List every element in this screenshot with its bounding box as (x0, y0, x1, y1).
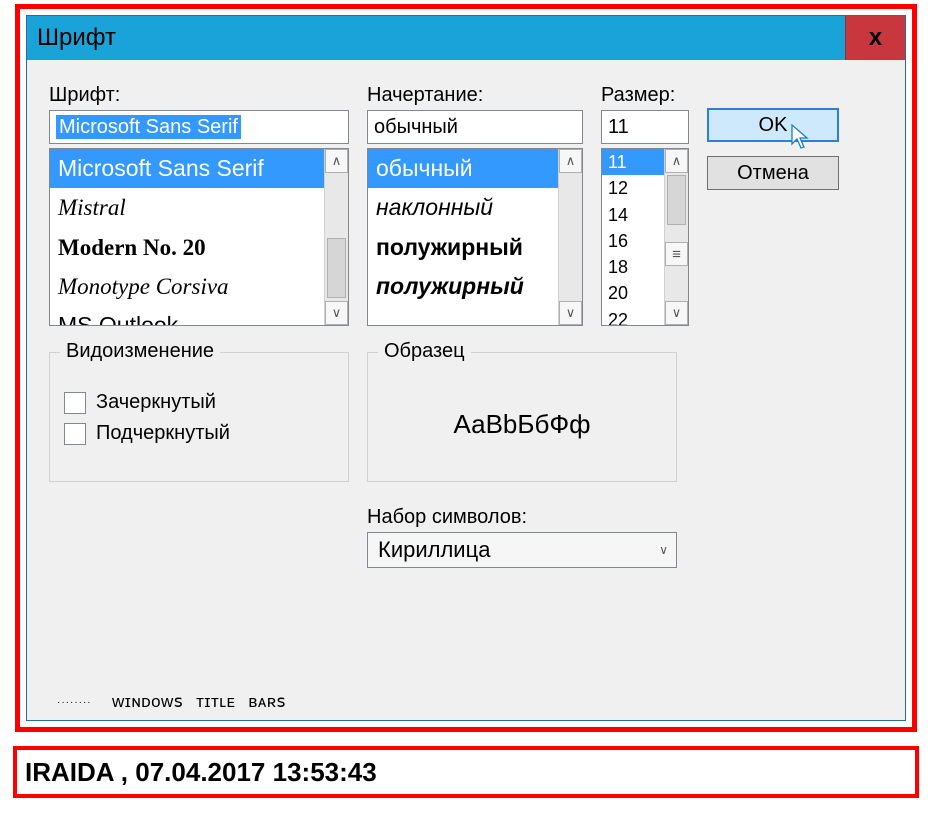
style-input[interactable]: обычный (367, 110, 583, 144)
list-item[interactable]: Modern No. 20 (50, 228, 324, 267)
list-item[interactable]: Mistral (50, 188, 324, 227)
dialog-title: Шрифт (37, 24, 116, 52)
charset-combo[interactable]: Кириллица ∨ (367, 532, 677, 568)
scroll-thumb[interactable] (327, 238, 346, 298)
list-item[interactable]: Monotype Corsiva (50, 267, 324, 306)
checkbox-icon (64, 423, 86, 445)
status-text: IRAIDA , 07.04.2017 13:53:43 (25, 757, 377, 788)
font-input[interactable]: Microsoft Sans Serif (49, 110, 349, 144)
scroll-down-icon[interactable]: ∨ (559, 301, 582, 325)
size-list[interactable]: 11 12 14 16 18 20 22 ∧ (601, 148, 689, 326)
style-label: Начертание: (367, 84, 583, 107)
close-icon: x (869, 24, 882, 52)
status-caption: IRAIDA , 07.04.2017 13:53:43 (13, 746, 919, 798)
sample-group: Образец АаВbБбФф (367, 352, 677, 482)
list-item[interactable]: наклонный (368, 188, 558, 227)
checkbox-icon (64, 392, 86, 414)
list-item[interactable]: 22 (602, 307, 664, 325)
list-item[interactable]: 16 (602, 228, 664, 254)
scroll-up-icon[interactable]: ∧ (559, 149, 582, 173)
font-dialog: Шрифт x Шрифт: Microsoft Sans Serif Micr… (26, 15, 906, 721)
list-item[interactable]: 11 (602, 149, 664, 175)
sample-legend: Образец (378, 340, 471, 363)
close-button[interactable]: x (845, 16, 905, 60)
partial-dots: ········ (57, 697, 92, 708)
style-scrollbar[interactable]: ∧ ∨ (558, 149, 582, 325)
scroll-down-icon[interactable]: ∨ (665, 301, 688, 325)
effects-group: Видоизменение Зачеркнутый Подчеркнутый (49, 352, 349, 482)
list-item[interactable]: 14 (602, 202, 664, 228)
size-input[interactable]: 11 (601, 110, 689, 144)
scroll-grip-icon[interactable]: ≡ (665, 242, 688, 266)
chevron-down-icon: ∨ (659, 543, 668, 557)
size-label: Размер: (601, 84, 689, 107)
buttons-column: OK Отмена (707, 84, 839, 326)
style-column: Начертание: обычный обычный наклонный по… (367, 84, 583, 326)
list-item[interactable]: 18 (602, 254, 664, 280)
font-column: Шрифт: Microsoft Sans Serif Microsoft Sa… (49, 84, 349, 326)
font-list[interactable]: Microsoft Sans Serif Mistral Modern No. … (49, 148, 349, 326)
scroll-up-icon[interactable]: ∧ (325, 149, 348, 173)
list-item[interactable]: 12 (602, 175, 664, 201)
titlebar[interactable]: Шрифт x (27, 16, 905, 60)
cancel-button[interactable]: Отмена (707, 156, 839, 190)
scroll-track[interactable] (559, 173, 582, 301)
scroll-track[interactable] (325, 173, 348, 301)
scroll-track[interactable] (665, 266, 688, 301)
ok-button[interactable]: OK (707, 108, 839, 142)
scroll-up-icon[interactable]: ∧ (665, 149, 688, 173)
sample-text: АаВbБбФф (453, 409, 590, 440)
cursor-icon (791, 124, 811, 150)
style-list[interactable]: обычный наклонный полужирный полужирный … (367, 148, 583, 326)
scroll-track[interactable] (665, 173, 688, 242)
size-column: Размер: 11 11 12 14 16 18 20 22 (601, 84, 689, 326)
scroll-thumb[interactable] (667, 175, 686, 225)
scroll-down-icon[interactable]: ∨ (325, 301, 348, 325)
partial-text: ᴡɪɴᴅᴏᴡꜱ⠀ᴛɪᴛʟᴇ⠀ʙᴀʀꜱ (112, 692, 286, 712)
font-label: Шрифт: (49, 84, 349, 107)
effects-legend: Видоизменение (60, 340, 220, 363)
list-item[interactable]: MS Outlook (50, 306, 324, 325)
list-item[interactable]: полужирный (368, 228, 558, 267)
underline-checkbox[interactable]: Подчеркнутый (64, 422, 334, 445)
list-item[interactable]: обычный (368, 149, 558, 188)
charset-label: Набор символов: (367, 506, 677, 529)
size-scrollbar[interactable]: ∧ ≡ ∨ (664, 149, 688, 325)
dialog-client: Шрифт: Microsoft Sans Serif Microsoft Sa… (27, 60, 905, 720)
list-item[interactable]: 20 (602, 280, 664, 306)
font-scrollbar[interactable]: ∧ ∨ (324, 149, 348, 325)
strikeout-checkbox[interactable]: Зачеркнутый (64, 391, 334, 414)
list-item[interactable]: полужирный (368, 267, 558, 306)
dialog-frame: Шрифт x Шрифт: Microsoft Sans Serif Micr… (15, 4, 917, 732)
list-item[interactable]: Microsoft Sans Serif (50, 149, 324, 188)
